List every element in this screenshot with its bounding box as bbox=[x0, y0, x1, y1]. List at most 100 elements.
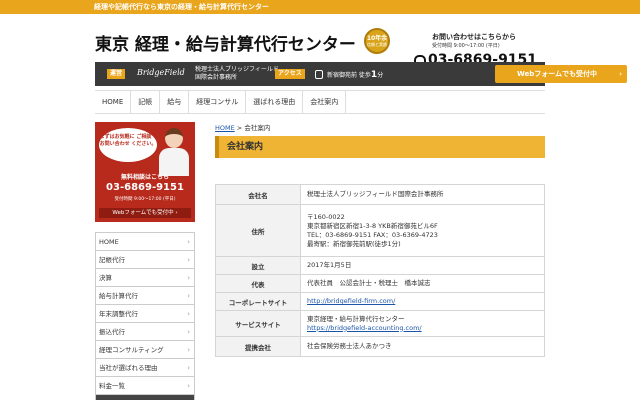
chevron-right-icon: › bbox=[187, 256, 190, 264]
side-menu-label: 料金一覧 bbox=[99, 382, 125, 390]
promo-bubble: まずはお気軽に ご相談・お問い合わせ ください。 bbox=[99, 128, 157, 162]
top-announcement-bar: 経理や記帳代行なら東京の経理・給与計算代行センター bbox=[0, 0, 640, 14]
table-row: 住所 〒160-0022 東京都新宿区新宿1-3-8 YKB新宿御苑ビル6F TEL：… bbox=[215, 204, 545, 257]
nav-item[interactable]: 給与 bbox=[160, 91, 190, 113]
page-title: 会社案内 bbox=[215, 136, 545, 158]
row-label: 住所 bbox=[215, 204, 301, 257]
row-value-line: 〒160-0022 bbox=[307, 212, 345, 221]
chevron-right-icon: › bbox=[187, 310, 190, 318]
table-row: 代表 代表社員 公認会計士・税理士 橋本誠志 bbox=[215, 274, 545, 293]
row-value: 社会保険労務士法人あかつき bbox=[300, 336, 545, 357]
chevron-right-icon: › bbox=[187, 274, 190, 282]
sidebar: まずはお気軽に ご相談・お問い合わせ ください。 無料相談はこちら 03-686… bbox=[95, 122, 195, 400]
side-menu-item[interactable]: 会社案内› bbox=[95, 395, 195, 400]
site-title[interactable]: 東京 経理・給与計算代行センター bbox=[95, 30, 356, 55]
chevron-right-icon: › bbox=[187, 395, 190, 400]
contact-label: お問い合わせはこちらから bbox=[432, 33, 516, 41]
breadcrumb-home-link[interactable]: HOME bbox=[215, 124, 235, 132]
chevron-right-icon: › bbox=[187, 364, 190, 372]
side-menu-item[interactable]: 記帳代行 › bbox=[95, 251, 195, 269]
side-menu-item[interactable]: HOME › bbox=[95, 233, 195, 251]
row-value-line: 2017年1月5日 bbox=[307, 261, 352, 269]
side-menu-label: 経理コンサルティング bbox=[99, 346, 164, 354]
row-value-line: 税理士法人ブリッジフィールド国際会計事務所 bbox=[307, 190, 444, 198]
webform-label: Webフォームでも受付中 bbox=[517, 70, 598, 78]
promo-web-button[interactable]: Webフォームでも受付中 › bbox=[99, 208, 191, 218]
nav-item[interactable]: HOME bbox=[95, 91, 132, 113]
row-label: 会社名 bbox=[215, 184, 301, 205]
table-row: 設立 2017年1月5日 bbox=[215, 256, 545, 275]
breadcrumb-separator: > bbox=[234, 124, 245, 132]
side-menu-item[interactable]: 当社が選ばれる理由 › bbox=[95, 359, 195, 377]
table-row: 提携会社 社会保険労務士法人あかつき bbox=[215, 336, 545, 357]
side-menu-item[interactable]: 年末調整代行 › bbox=[95, 305, 195, 323]
award-medal-icon: 10年余 信頼と実績 bbox=[364, 28, 390, 54]
global-nav: HOME 記帳 給与 経理コンサル 選ばれる理由 会社案内 bbox=[95, 90, 545, 114]
row-value-line: 代表社員 公認会計士・税理士 橋本誠志 bbox=[307, 279, 431, 287]
side-menu-label: 決算 bbox=[99, 274, 112, 282]
row-label: コーポレートサイト bbox=[215, 292, 301, 311]
row-label: 設立 bbox=[215, 256, 301, 275]
chevron-right-icon: › bbox=[187, 346, 190, 354]
firm-name-line2: 国際会計事務所 bbox=[195, 74, 238, 81]
firm-name: 税理士法人ブリッジフィールド 国際会計事務所 bbox=[195, 66, 279, 82]
chevron-right-icon: › bbox=[187, 328, 190, 336]
row-value: 2017年1月5日 bbox=[300, 256, 545, 275]
medal-line2: 信頼と実績 bbox=[367, 42, 387, 47]
row-value-line: 東京都新宿区新宿1-3-8 YKB新宿御苑ビル6F bbox=[307, 221, 438, 230]
row-link[interactable]: http://bridgefield-firm.com/ bbox=[307, 297, 544, 306]
row-value-line: TEL：03-6869-9151 FAX：03-6369-4723 bbox=[307, 230, 438, 239]
breadcrumb: HOME > 会社案内 bbox=[215, 122, 545, 134]
side-menu: HOME › 記帳代行 › 決算 › 給与計算代行 › 年末調整代行 › 振込代行 › 経理コンサルティ… bbox=[95, 232, 195, 400]
nav-item[interactable]: 経理コンサル bbox=[189, 91, 247, 113]
promo-free-consult: 無料相談はこちら bbox=[120, 174, 169, 181]
promo-phone: 03-6869-9151 bbox=[106, 182, 184, 193]
chevron-right-icon: › bbox=[187, 292, 190, 300]
row-value: 東京経理・給与計算代行センター https://bridgefield-accou… bbox=[300, 310, 545, 337]
side-menu-item[interactable]: 経理コンサルティング › bbox=[95, 341, 195, 359]
nav-item[interactable]: 会社案内 bbox=[303, 91, 347, 113]
side-menu-label: 記帳代行 bbox=[99, 256, 125, 264]
side-menu-item[interactable]: 決算 › bbox=[95, 269, 195, 287]
access-text: 新宿御苑前 徒歩 bbox=[327, 72, 371, 79]
row-label: 提携会社 bbox=[215, 336, 301, 357]
side-menu-label: HOME bbox=[99, 238, 119, 246]
firm-info-bar: 運営 BridgeField 税理士法人ブリッジフィールド 国際会計事務所 アク… bbox=[95, 62, 627, 86]
access-unit: 分 bbox=[377, 72, 384, 79]
breadcrumb-current: 会社案内 bbox=[244, 124, 271, 132]
contact-hours: 受付時間 9:00〜17:00 (平日) bbox=[432, 43, 500, 49]
promo-hours: 受付時間 9:00〜17:00 (平日) bbox=[114, 197, 176, 202]
table-row: 会社名 税理士法人ブリッジフィールド国際会計事務所 bbox=[215, 184, 545, 205]
row-value: http://bridgefield-firm.com/ bbox=[300, 292, 545, 311]
side-menu-item[interactable]: 給与計算代行 › bbox=[95, 287, 195, 305]
top-announcement-text: 経理や記帳代行なら東京の経理・給与計算代行センター bbox=[94, 3, 269, 11]
row-value-line: 東京経理・給与計算代行センター bbox=[307, 314, 405, 323]
site-header: 東京 経理・給与計算代行センター 10年余 信頼と実績 お問い合わせはこちらから… bbox=[0, 14, 640, 68]
company-info-table: 会社名 税理士法人ブリッジフィールド国際会計事務所 住所 〒160-0022 東京都新宿… bbox=[215, 184, 545, 357]
row-value: 代表社員 公認会計士・税理士 橋本誠志 bbox=[300, 274, 545, 293]
side-menu-label: 当社が選ばれる理由 bbox=[99, 364, 158, 372]
medal-line1: 10年余 bbox=[366, 35, 388, 42]
main-content: HOME > 会社案内 会社案内 会社名 税理士法人ブリッジフィールド国際会計事務… bbox=[215, 122, 545, 357]
chevron-right-icon: › bbox=[187, 382, 190, 390]
chevron-right-icon: › bbox=[187, 238, 190, 246]
nav-item[interactable]: 記帳 bbox=[131, 91, 161, 113]
side-menu-label: 年末調整代行 bbox=[99, 310, 138, 318]
table-row: コーポレートサイト http://bridgefield-firm.com/ bbox=[215, 292, 545, 311]
row-value-line: 社会保険労務士法人あかつき bbox=[307, 342, 392, 350]
side-menu-item[interactable]: 料金一覧 › bbox=[95, 377, 195, 395]
row-label: サービスサイト bbox=[215, 310, 301, 337]
side-menu-label: 給与計算代行 bbox=[99, 292, 138, 300]
operator-photo bbox=[157, 126, 191, 176]
bridgefield-logo[interactable]: BridgeField bbox=[137, 68, 185, 77]
row-label: 代表 bbox=[215, 274, 301, 293]
nav-item[interactable]: 選ばれる理由 bbox=[246, 91, 304, 113]
row-link[interactable]: https://bridgefield-accounting.com/ bbox=[307, 324, 544, 333]
access-tag: アクセス bbox=[275, 69, 305, 79]
row-value: 〒160-0022 東京都新宿区新宿1-3-8 YKB新宿御苑ビル6F TEL：03… bbox=[300, 204, 545, 257]
side-menu-label: 振込代行 bbox=[99, 328, 125, 336]
side-menu-item[interactable]: 振込代行 › bbox=[95, 323, 195, 341]
consultation-banner[interactable]: まずはお気軽に ご相談・お問い合わせ ください。 無料相談はこちら 03-686… bbox=[95, 122, 195, 222]
table-row: サービスサイト 東京経理・給与計算代行センター https://bridgefiel… bbox=[215, 310, 545, 337]
webform-button[interactable]: Webフォームでも受付中 › bbox=[495, 65, 627, 83]
